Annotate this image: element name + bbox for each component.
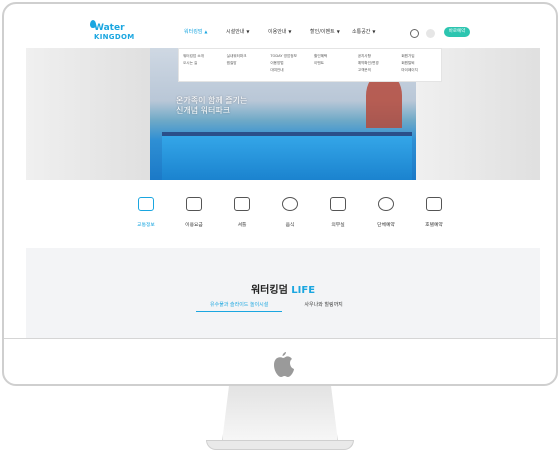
menu-link[interactable]: 오시는 길 — [183, 60, 223, 67]
bus-icon — [234, 197, 250, 211]
quick-label: 교통정보 — [137, 223, 155, 228]
menu-link[interactable]: 대여안내 — [270, 67, 310, 74]
logo-word-kingdom: KINGDOM — [94, 33, 135, 41]
group-icon — [378, 197, 394, 211]
monitor-stand-neck — [222, 386, 338, 442]
hero-line-2: 신개념 워터파크 — [176, 106, 231, 115]
menu-link[interactable]: TODAY 영업정보 — [270, 53, 310, 60]
chevron-down-icon: ▼ — [336, 29, 340, 34]
quick-traffic[interactable]: 교통정보 — [122, 196, 170, 228]
site-header: Water KINGDOM 워터킹덤 ▲ 시설안내 ▼ 이용안내 ▼ 할인/이벤트 ▼ … — [26, 18, 540, 48]
user-icon[interactable] — [426, 29, 435, 38]
tab-sauna[interactable]: 사우나와 힐링까지 — [304, 298, 342, 312]
nav-label: 소통공간 — [352, 29, 371, 35]
nav-item-facilities[interactable]: 시설안내 ▼ — [226, 28, 268, 35]
hero-left-image — [26, 48, 150, 180]
quick-medical[interactable]: 의무실 — [314, 196, 362, 228]
life-section: 워터킹덤 LIFE 유수풀과 슬라이드 놀이시설 사우나와 힐링까지 — [26, 248, 540, 338]
quick-label: 셔틀 — [237, 223, 247, 228]
quick-hotel[interactable]: 호텔예약 — [410, 196, 458, 228]
logo-word-water: Water — [94, 23, 125, 33]
chevron-down-icon: ▼ — [288, 29, 292, 34]
life-tabs: 유수풀과 슬라이드 놀이시설 사우나와 힐링까지 — [196, 298, 343, 312]
quick-label: 이용요금 — [185, 223, 203, 228]
quick-label: 단체예약 — [377, 223, 395, 228]
nav-item-events[interactable]: 할인/이벤트 ▼ — [310, 28, 352, 35]
chevron-up-icon: ▲ — [204, 29, 208, 34]
medical-house-icon — [330, 197, 346, 211]
nav-label: 할인/이벤트 — [310, 29, 335, 35]
menu-link[interactable]: 고객문의 — [358, 67, 398, 74]
monitor-chin-divider — [4, 338, 556, 339]
car-icon — [138, 197, 154, 211]
menu-link[interactable]: 공지사항 — [358, 53, 398, 60]
menu-link[interactable]: 마이페이지 — [401, 67, 441, 74]
imac-mockup: Water KINGDOM 워터킹덤 ▲ 시설안내 ▼ 이용안내 ▼ 할인/이벤트 ▼ … — [0, 0, 560, 460]
monitor-stand-base — [206, 440, 354, 450]
menu-link[interactable]: 회원탈퇴 — [401, 60, 441, 67]
site-logo[interactable]: Water KINGDOM — [94, 24, 136, 44]
tab-slides[interactable]: 유수풀과 슬라이드 놀이시설 — [196, 298, 283, 312]
menu-column-about: 워터킹덤 소개 오시는 길 — [179, 49, 223, 81]
life-title: 워터킹덤 LIFE — [26, 281, 540, 296]
menu-column-facilities: 실내워터파크 찜질방 — [223, 49, 267, 81]
hero-line-1: 온가족이 함께 즐기는 — [176, 96, 248, 105]
dining-icon — [282, 197, 298, 211]
menu-link[interactable]: 찜질방 — [227, 60, 267, 67]
menu-link[interactable]: 이용방법 — [270, 60, 310, 67]
quick-food[interactable]: 음식 — [266, 196, 314, 228]
menu-link[interactable]: 회원가입 — [401, 53, 441, 60]
nav-label: 이용안내 — [268, 29, 287, 35]
pool-graphic — [162, 132, 412, 180]
menu-link[interactable]: 예약확인/변경 — [358, 60, 398, 67]
menu-column-usage: TODAY 영업정보 이용방법 대여안내 — [266, 49, 310, 81]
nav-label: 워터킹덤 — [184, 29, 203, 35]
menu-link[interactable]: 할인혜택 — [314, 53, 354, 60]
chevron-down-icon: ▼ — [246, 29, 250, 34]
menu-link[interactable]: 실내워터파크 — [227, 53, 267, 60]
chevron-down-icon: ▼ — [372, 29, 376, 34]
menu-column-member: 회원가입 회원탈퇴 마이페이지 — [397, 49, 441, 81]
nav-item-community[interactable]: 소통공간 ▼ — [352, 28, 394, 35]
quick-group[interactable]: 단체예약 — [362, 196, 410, 228]
quick-links: 교통정보 이용요금 셔틀 음식 의무실 단체예약 호텔예약 — [122, 196, 458, 228]
nav-item-waterkingdom[interactable]: 워터킹덤 ▲ — [184, 28, 226, 35]
main-nav: 워터킹덤 ▲ 시설안내 ▼ 이용안내 ▼ 할인/이벤트 ▼ 소통공간 ▼ — [184, 28, 394, 35]
water-slide-graphic — [366, 74, 402, 128]
website-screen: Water KINGDOM 워터킹덤 ▲ 시설안내 ▼ 이용안내 ▼ 할인/이벤트 ▼ … — [26, 18, 540, 338]
card-icon — [186, 197, 202, 211]
mega-menu: 워터킹덤 소개 오시는 길 실내워터파크 찜질방 TODAY 영업정보 이용방법… — [178, 48, 442, 82]
menu-column-events: 할인혜택 이벤트 — [310, 49, 354, 81]
quick-label: 호텔예약 — [425, 223, 443, 228]
monitor-frame: Water KINGDOM 워터킹덤 ▲ 시설안내 ▼ 이용안내 ▼ 할인/이벤트 ▼ … — [2, 2, 558, 386]
nav-label: 시설안내 — [226, 29, 245, 35]
menu-column-community: 공지사항 예약확인/변경 고객문의 — [354, 49, 398, 81]
quick-label: 음식 — [285, 223, 295, 228]
menu-link[interactable]: 이벤트 — [314, 60, 354, 67]
reserve-button[interactable]: 바로예약 — [444, 27, 470, 37]
quick-shuttle[interactable]: 셔틀 — [218, 196, 266, 228]
quick-label: 의무실 — [331, 223, 345, 228]
menu-link[interactable]: 워터킹덤 소개 — [183, 53, 223, 60]
life-title-main: 워터킹덤 — [250, 285, 288, 296]
hero-headline: 온가족이 함께 즐기는 신개념 워터파크 — [176, 96, 247, 116]
calendar-icon — [426, 197, 442, 211]
apple-logo-icon — [274, 352, 294, 377]
nav-item-usage[interactable]: 이용안내 ▼ — [268, 28, 310, 35]
quick-fees[interactable]: 이용요금 — [170, 196, 218, 228]
life-title-accent: LIFE — [291, 285, 316, 296]
search-icon[interactable] — [410, 29, 419, 38]
